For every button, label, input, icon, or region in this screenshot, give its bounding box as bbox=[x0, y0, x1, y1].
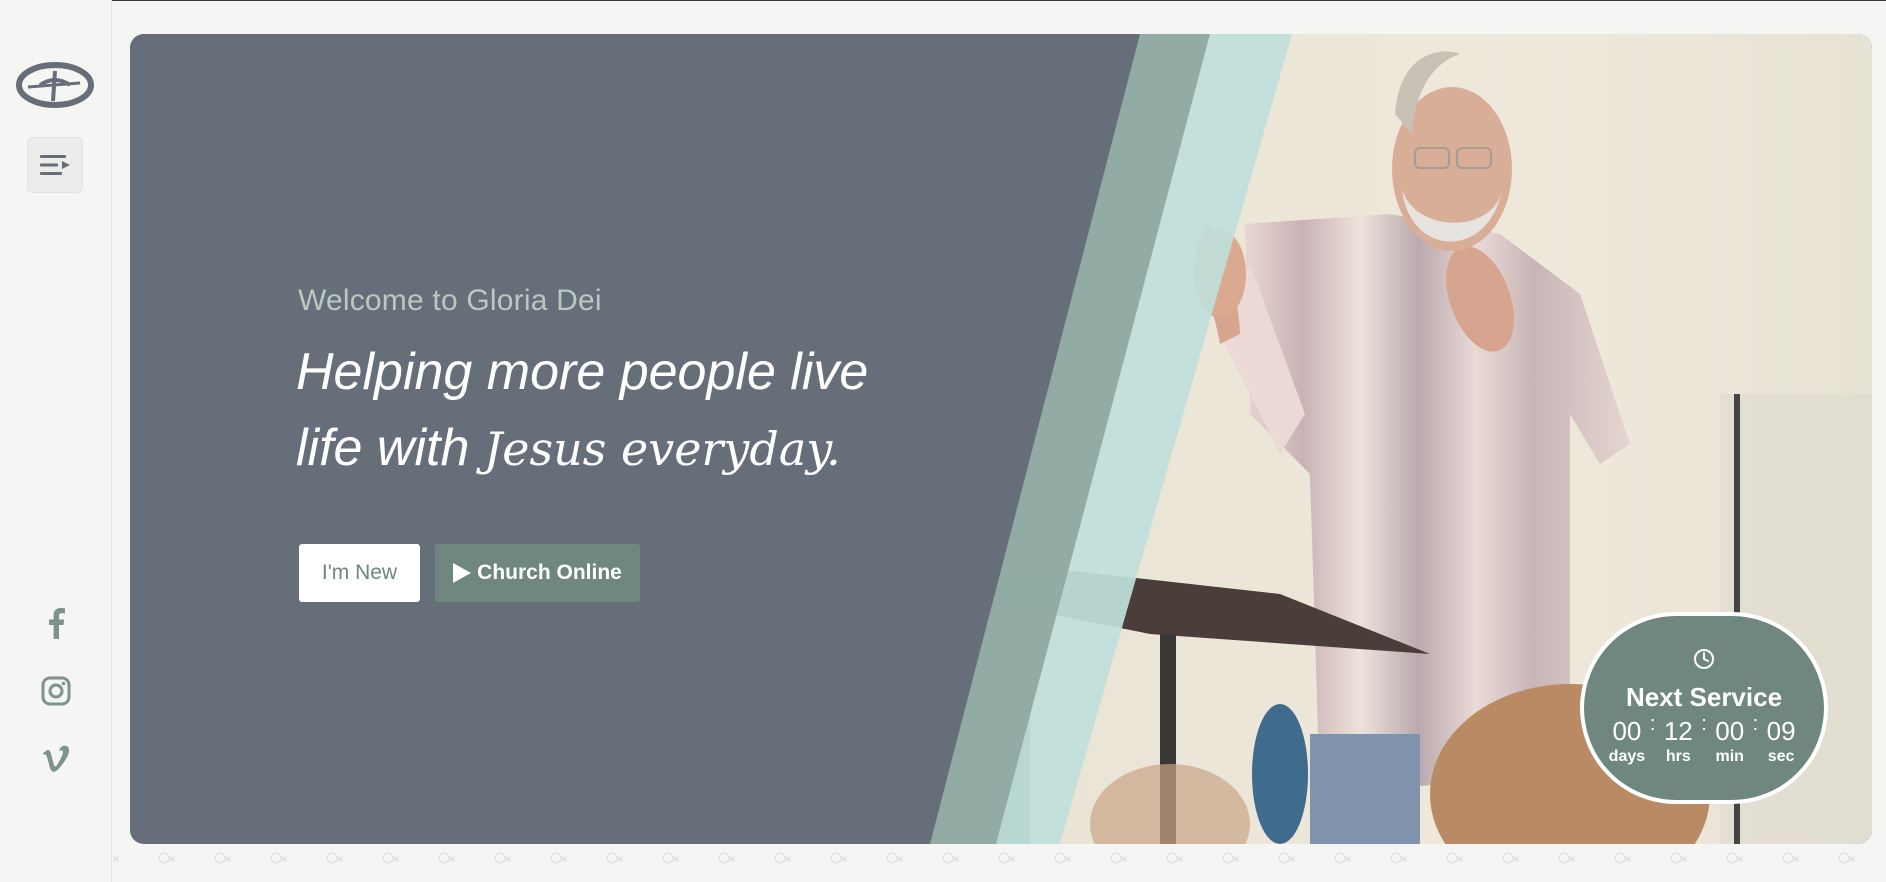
headline-emphasis: Jesus everyday. bbox=[483, 422, 841, 476]
svg-text:×: × bbox=[1064, 854, 1072, 865]
church-online-label: Church Online bbox=[477, 561, 622, 584]
svg-text:×: × bbox=[1624, 854, 1632, 865]
svg-text:×: × bbox=[1680, 854, 1688, 865]
svg-text:×: × bbox=[1120, 854, 1128, 865]
facebook-link[interactable] bbox=[36, 603, 76, 643]
sidebar bbox=[0, 0, 112, 882]
play-icon bbox=[453, 563, 472, 583]
instagram-icon bbox=[41, 676, 71, 706]
svg-text:×: × bbox=[1568, 854, 1576, 865]
svg-text:×: × bbox=[112, 854, 120, 865]
svg-text:×: × bbox=[1008, 854, 1016, 865]
svg-text:×: × bbox=[616, 854, 624, 865]
svg-text:×: × bbox=[1400, 854, 1408, 865]
svg-text:×: × bbox=[672, 854, 680, 865]
hero-headline: Helping more people live life with Jesus… bbox=[296, 334, 1056, 487]
svg-text:×: × bbox=[448, 854, 456, 865]
instagram-link[interactable] bbox=[36, 671, 76, 711]
svg-text:×: × bbox=[336, 854, 344, 865]
svg-text:×: × bbox=[1848, 854, 1856, 865]
decorative-pattern: × × × × × × × × × × × × × × × × × × × × × × × × × × × × × × × × bbox=[112, 852, 1856, 865]
svg-text:×: × bbox=[784, 854, 792, 865]
gloria-dei-logo[interactable] bbox=[16, 61, 94, 109]
headline-line1: Helping more people live bbox=[296, 343, 869, 401]
svg-text:×: × bbox=[1456, 854, 1464, 865]
countdown-minutes: 00 min bbox=[1715, 716, 1745, 765]
svg-text:×: × bbox=[952, 854, 960, 865]
svg-text:×: × bbox=[504, 854, 512, 865]
hero-section: Welcome to Gloria Dei Helping more peopl… bbox=[130, 34, 1872, 844]
svg-text:×: × bbox=[896, 854, 904, 865]
window-top-border bbox=[0, 0, 1886, 1]
vimeo-icon bbox=[43, 745, 70, 772]
countdown-days: 00 days bbox=[1608, 716, 1646, 765]
svg-text:×: × bbox=[1344, 854, 1352, 865]
clock-icon bbox=[1694, 649, 1714, 669]
next-service-countdown: Next Service 00 days : 12 hrs : 00 min :… bbox=[1580, 612, 1828, 804]
svg-text:×: × bbox=[392, 854, 400, 865]
svg-text:×: × bbox=[280, 854, 288, 865]
vimeo-link[interactable] bbox=[36, 739, 76, 779]
countdown-hours: 12 hrs bbox=[1663, 716, 1693, 765]
svg-text:×: × bbox=[1232, 854, 1240, 865]
im-new-button[interactable]: I'm New bbox=[299, 544, 420, 602]
svg-text:×: × bbox=[168, 854, 176, 865]
svg-text:×: × bbox=[560, 854, 568, 865]
church-online-button[interactable]: Church Online bbox=[435, 544, 640, 602]
svg-text:×: × bbox=[1288, 854, 1296, 865]
svg-text:×: × bbox=[224, 854, 232, 865]
facebook-icon bbox=[49, 608, 65, 639]
svg-text:×: × bbox=[840, 854, 848, 865]
countdown-seconds: 09 sec bbox=[1766, 716, 1796, 765]
svg-text:×: × bbox=[1792, 854, 1800, 865]
menu-lines-icon bbox=[40, 155, 70, 175]
countdown-title: Next Service bbox=[1625, 682, 1783, 712]
svg-text:×: × bbox=[1512, 854, 1520, 865]
svg-text:×: × bbox=[728, 854, 736, 865]
svg-text:×: × bbox=[1736, 854, 1744, 865]
svg-text:×: × bbox=[1176, 854, 1184, 865]
menu-button[interactable] bbox=[27, 137, 83, 193]
headline-line2: life with bbox=[296, 419, 470, 477]
welcome-heading: Welcome to Gloria Dei bbox=[298, 284, 602, 317]
